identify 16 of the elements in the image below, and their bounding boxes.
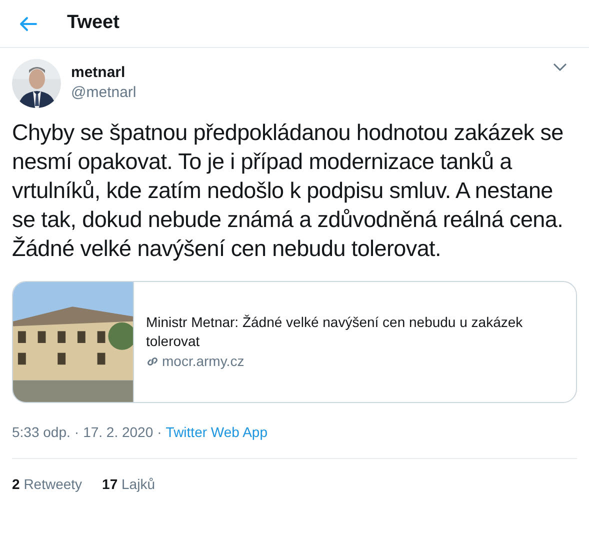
- link-card[interactable]: Ministr Metnar: Žádné velké navýšení cen nebudu u zakázek tolerovat mocr.army.cz: [12, 281, 577, 403]
- separator-dot: ·: [157, 422, 162, 442]
- back-arrow-icon[interactable]: [19, 16, 37, 32]
- tweet-time[interactable]: 5:33 odp.: [12, 422, 70, 442]
- page-title: Tweet: [67, 11, 120, 36]
- link-domain: mocr.army.cz: [162, 352, 244, 371]
- tweet-text: Chyby se špatnou předpokládanou hodnotou zakázek se nesmí opakovat. To je i případ modernizace tanků a vrtulníků, kde zatím nedošlo k podpisu smluv. A nestane se tak, dokud nebude známá a zdůvodněná reálná cena. Žádné velké navýšení cen nebudu tolerovat.: [12, 119, 564, 263]
- author-name[interactable]: metnarl: [71, 63, 136, 83]
- chevron-down-icon[interactable]: [553, 63, 567, 71]
- separator-dot: ·: [74, 422, 80, 442]
- tweet-date[interactable]: 17. 2. 2020: [83, 422, 154, 442]
- stat-link[interactable]: 17 Lajků: [102, 474, 155, 495]
- link-icon: [146, 355, 159, 368]
- stat-link[interactable]: 2 Retweety: [12, 474, 82, 495]
- link-title: Ministr Metnar: Žádné velké navýšení cen nebudu u zakázek tolerovat: [146, 313, 524, 351]
- author-handle[interactable]: @metnarl: [71, 83, 136, 103]
